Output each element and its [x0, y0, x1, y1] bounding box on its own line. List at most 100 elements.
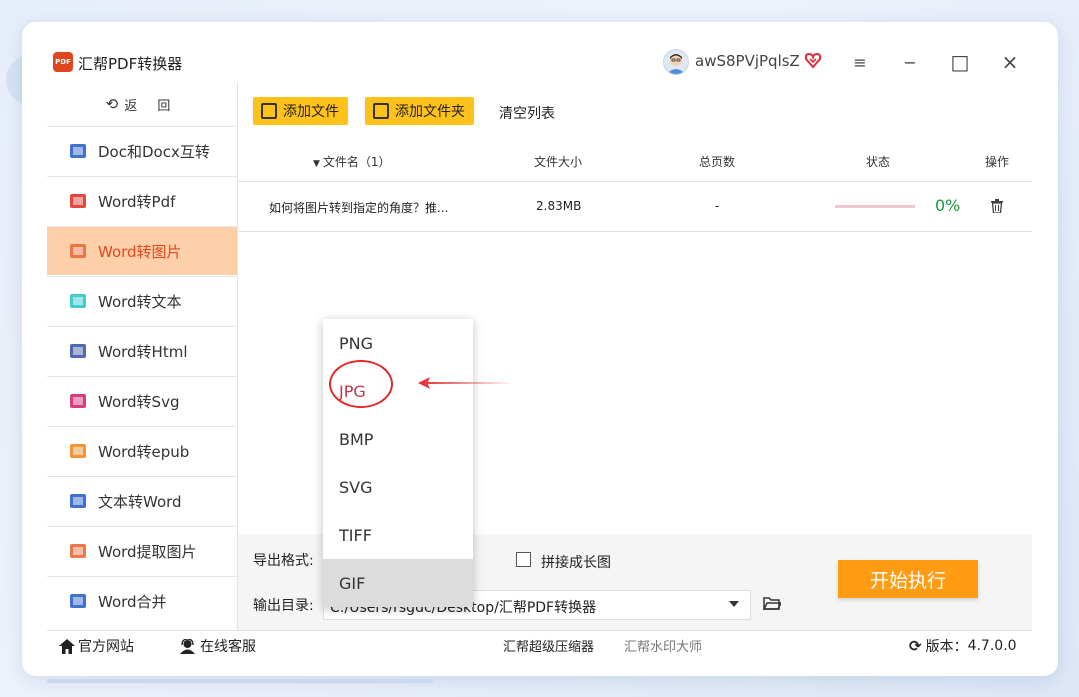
add-file-label: 添加文件	[283, 104, 339, 120]
format-option-bmp[interactable]: BMP	[323, 415, 473, 463]
vip-heart-icon[interactable]	[804, 51, 822, 69]
annotation-arrow	[416, 375, 516, 391]
sidebar-item-label: Word转图片	[98, 242, 182, 261]
menu-button[interactable]: ≡	[847, 50, 873, 74]
avatar[interactable]	[663, 49, 689, 75]
word-merge-icon	[69, 592, 87, 610]
sidebar-item-7[interactable]: 文本转Word	[47, 476, 237, 525]
sidebar: ⟲ 返 回 Doc和Docx互转 Word转Pdf Word转图片 Word转文本 Wo…	[47, 82, 238, 630]
minimize-icon: −	[903, 52, 917, 72]
header-divider	[238, 181, 1032, 182]
annotation-circle	[329, 360, 393, 408]
row-filename: 如何将图片转到指定的角度？推...	[269, 201, 449, 215]
extract-image-icon	[69, 542, 87, 560]
official-site-link[interactable]: 官方网站	[59, 636, 134, 656]
compressor-link[interactable]: 汇帮超级压缩器	[503, 636, 594, 655]
maximize-icon: □	[950, 50, 970, 74]
epub-icon	[69, 442, 87, 460]
format-option-tiff[interactable]: TIFF	[323, 511, 473, 559]
folder-icon[interactable]	[762, 596, 783, 610]
sidebar-item-5[interactable]: Word转Svg	[47, 376, 237, 425]
sidebar-item-4[interactable]: Word转Html	[47, 326, 237, 375]
version-number: 4.7.0.0	[967, 638, 1017, 654]
title-bar: PDF 汇帮PDF转换器 awS8PVjPqlsZ ≡ − □ ×	[47, 44, 1032, 82]
word-doc-icon	[69, 142, 87, 160]
menu-icon: ≡	[853, 52, 867, 72]
logo-text: PDF	[55, 58, 71, 66]
clear-list-button[interactable]: 清空列表	[499, 103, 555, 123]
sidebar-item-label: Word转Html	[98, 342, 188, 361]
format-option-svg[interactable]: SVG	[323, 463, 473, 511]
footer: 官方网站 在线客服 汇帮超级压缩器 汇帮水印大师 ⟳ 版本： 4.7.0.0	[47, 630, 1032, 659]
maximize-button[interactable]: □	[947, 50, 973, 74]
stitch-label[interactable]: 拼接成长图	[541, 552, 611, 572]
version-label: 版本：	[925, 639, 968, 655]
row-pages: -	[715, 199, 720, 213]
row-size: 2.83MB	[536, 199, 582, 213]
username[interactable]: awS8PVjPqlsZ	[695, 52, 800, 70]
close-button[interactable]: ×	[997, 50, 1023, 74]
background-bar	[47, 679, 433, 683]
sidebar-item-8[interactable]: Word提取图片	[47, 526, 237, 575]
add-folder-label: 添加文件夹	[395, 104, 465, 120]
header-filename-label: 文件名（1）	[322, 155, 391, 169]
header-filename[interactable]: ▼ 文件名（1）	[313, 153, 391, 170]
headset-icon	[180, 638, 195, 654]
add-folder-button[interactable]: 添加文件夹	[365, 97, 474, 125]
format-option-gif[interactable]: GIF	[323, 559, 473, 607]
close-icon: ×	[1001, 50, 1019, 74]
sidebar-item-label: 文本转Word	[98, 492, 182, 511]
online-support-link[interactable]: 在线客服	[179, 636, 256, 656]
header-status: 状态	[866, 155, 891, 169]
add-file-button[interactable]: 添加文件	[253, 97, 348, 125]
sidebar-item-label: Word提取图片	[98, 542, 197, 561]
delete-trash-icon[interactable]	[991, 199, 1003, 214]
row-divider	[238, 231, 1032, 232]
app-title: 汇帮PDF转换器	[78, 55, 183, 73]
start-button[interactable]: 开始执行	[838, 560, 978, 598]
add-folder-icon	[373, 103, 389, 119]
pdf-icon	[69, 192, 87, 210]
add-file-icon	[261, 103, 277, 119]
online-support-label: 在线客服	[200, 639, 256, 655]
minimize-button[interactable]: −	[897, 50, 923, 74]
row-progress-percent: 0%	[935, 196, 961, 215]
text-file-icon	[69, 292, 87, 310]
official-site-label: 官方网站	[78, 639, 134, 655]
back-arrow-icon: ⟲	[105, 95, 119, 113]
chevron-down-icon[interactable]	[729, 601, 739, 607]
format-option-png[interactable]: PNG	[323, 319, 473, 367]
image-icon	[69, 242, 87, 260]
sidebar-item-3[interactable]: Word转文本	[47, 276, 237, 325]
back-label: 返 回	[124, 98, 179, 114]
home-icon	[59, 638, 75, 654]
output-dir-label: 输出目录:	[253, 598, 314, 614]
back-button[interactable]: ⟲ 返 回	[47, 82, 237, 126]
sidebar-item-2[interactable]: Word转图片	[47, 226, 237, 275]
html-icon	[69, 342, 87, 360]
version-info[interactable]: ⟳ 版本： 4.7.0.0	[909, 636, 1017, 656]
sidebar-item-label: Word合并	[98, 592, 167, 611]
svg-image-icon	[69, 392, 87, 410]
sidebar-item-0[interactable]: Doc和Docx互转	[47, 126, 237, 175]
sidebar-item-label: Word转Pdf	[98, 192, 176, 211]
watermark-link[interactable]: 汇帮水印大师	[624, 636, 702, 655]
sidebar-item-9[interactable]: Word合并	[47, 576, 237, 625]
refresh-icon: ⟳	[909, 637, 922, 655]
sidebar-item-1[interactable]: Word转Pdf	[47, 176, 237, 225]
sidebar-item-label: Doc和Docx互转	[98, 142, 210, 161]
row-progress-bar	[835, 205, 915, 208]
header-action: 操作	[985, 155, 1010, 169]
app-logo-icon: PDF	[53, 52, 73, 72]
app-window: PDF 汇帮PDF转换器 awS8PVjPqlsZ ≡ − □ × ⟲ 返 回 …	[47, 44, 1032, 659]
text-to-word-icon	[69, 492, 87, 510]
sidebar-item-label: Word转epub	[98, 442, 190, 461]
export-format-label: 导出格式:	[253, 553, 314, 569]
sidebar-item-6[interactable]: Word转epub	[47, 426, 237, 475]
header-pages: 总页数	[699, 155, 736, 169]
sidebar-item-label: Word转文本	[98, 292, 182, 311]
stitch-checkbox[interactable]	[516, 552, 531, 567]
sort-down-icon: ▼	[313, 159, 320, 169]
sidebar-item-label: Word转Svg	[98, 392, 180, 411]
header-size: 文件大小	[534, 155, 583, 169]
